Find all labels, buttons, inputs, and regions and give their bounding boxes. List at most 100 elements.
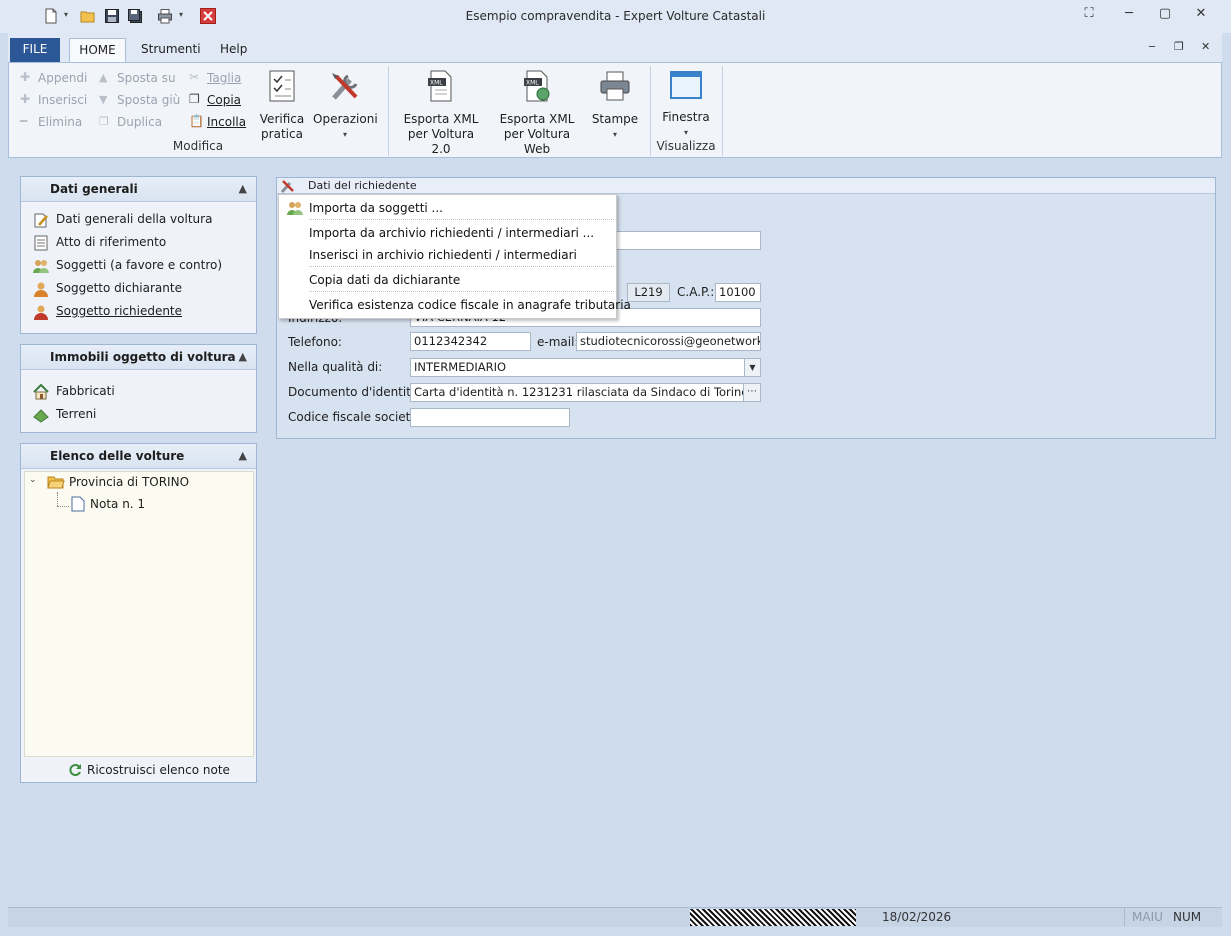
ribbon-restore-button[interactable]: ❐ — [1174, 40, 1184, 53]
cap-field[interactable]: 10100 — [715, 283, 761, 302]
ribbon-group-separator — [722, 66, 723, 156]
menu-copia-dichiarante[interactable]: Copia dati da dichiarante — [309, 270, 460, 290]
save-all-icon[interactable] — [127, 8, 143, 24]
panel-title: Dati generali — [50, 182, 138, 196]
ricostruisci-button[interactable]: Ricostruisci elenco note — [67, 761, 230, 779]
tab-file[interactable]: FILE — [10, 38, 60, 63]
finestra-label: Finestra — [662, 110, 710, 124]
panel-title: Immobili oggetto di voltura — [50, 350, 236, 364]
chevron-up-icon[interactable]: ▲ — [239, 345, 247, 369]
nav-label: Terreni — [56, 407, 97, 421]
xml20-label-2: per Voltura 2.0 — [407, 127, 475, 156]
nav-soggetto-richiedente[interactable]: Soggetto richiedente — [21, 300, 256, 323]
nav-label: Atto di riferimento — [56, 235, 167, 249]
insert-icon: ✚ — [20, 92, 31, 106]
chevron-up-icon[interactable]: ▲ — [239, 444, 247, 468]
tab-help[interactable]: Help — [210, 38, 257, 63]
window-icon — [670, 71, 702, 99]
new-document-icon[interactable] — [43, 8, 59, 24]
xmlweb-label-2: per Voltura Web — [503, 127, 571, 156]
screen-capture-icon[interactable]: ⛶ — [1078, 6, 1100, 26]
group-title: Dati del richiedente — [308, 179, 417, 192]
open-folder-icon[interactable] — [80, 8, 96, 24]
maximize-window-button[interactable]: ▢ — [1154, 6, 1176, 26]
menu-importa-archivio[interactable]: Importa da archivio richiedenti / interm… — [309, 223, 594, 243]
esporta-xml-voltura-web-button[interactable]: XML Esporta XML per Voltura Web — [492, 70, 582, 157]
nome-field[interactable] — [616, 231, 761, 250]
sposta-su-button[interactable]: ▲ Sposta su — [99, 67, 181, 89]
nav-label: Dati generali della voltura — [56, 212, 213, 226]
email-field[interactable]: studiotecnicorossi@geonetwork.it — [576, 332, 761, 351]
panel-header-elenco[interactable]: Elenco delle volture ▲ — [21, 444, 256, 469]
chevron-up-icon[interactable]: ▲ — [239, 177, 247, 201]
menu-verifica-codice-fiscale[interactable]: Verifica esistenza codice fiscale in ana… — [309, 295, 631, 315]
incolla-button[interactable]: 📋 Incolla — [189, 111, 251, 133]
scissors-icon: ✂ — [189, 70, 200, 84]
print-icon[interactable] — [157, 8, 173, 24]
close-document-icon[interactable] — [200, 8, 216, 24]
nav-atto-riferimento[interactable]: Atto di riferimento — [21, 231, 256, 254]
menu-separator — [309, 266, 614, 267]
appendi-label: Appendi — [38, 71, 88, 85]
ribbon-group-separator — [388, 66, 389, 156]
tree-collapse-icon[interactable]: ⌄ — [29, 475, 37, 485]
minimize-window-button[interactable]: ─ — [1118, 6, 1140, 26]
close-window-button[interactable]: ✕ — [1190, 6, 1212, 26]
nav-dati-generali-voltura[interactable]: Dati generali della voltura — [21, 208, 256, 231]
group-label-modifica: Modifica — [172, 139, 224, 153]
esporta-xml-voltura20-button[interactable]: XML Esporta XML per Voltura 2.0 — [398, 70, 484, 157]
documento-field[interactable]: Carta d'identità n. 1231231 rilasciata d… — [410, 383, 744, 402]
qualita-dropdown-icon[interactable]: ▼ — [744, 359, 760, 376]
user-request-icon — [34, 305, 48, 320]
menu-inserisci-archivio[interactable]: Inserisci in archivio richiedenti / inte… — [309, 245, 577, 265]
taglia-button[interactable]: ✂ Taglia — [189, 67, 251, 89]
finestra-button[interactable]: Finestra ▾ — [660, 70, 712, 140]
menu-separator — [309, 219, 614, 220]
tree-node-provincia[interactable]: Provincia di TORINO — [69, 474, 189, 490]
operazioni-button[interactable]: Operazioni ▾ — [313, 70, 378, 142]
documento-browse-button[interactable]: ⋯ — [743, 383, 761, 402]
ribbon-close-button[interactable]: ✕ — [1201, 40, 1210, 53]
ribbon-minimize-button[interactable]: ─ — [1149, 42, 1155, 53]
inserisci-button[interactable]: ✚ Inserisci — [20, 89, 90, 111]
svg-text:XML: XML — [430, 80, 443, 87]
status-caps-lock: MAIU — [1132, 910, 1163, 924]
nav-soggetto-dichiarante[interactable]: Soggetto dichiarante — [21, 277, 256, 300]
stampe-button[interactable]: Stampe ▾ — [590, 70, 640, 142]
sposta-giu-button[interactable]: ▼ Sposta giù — [99, 89, 181, 111]
menu-importa-soggetti[interactable]: Importa da soggetti ... — [309, 198, 443, 218]
panel-header-immobili[interactable]: Immobili oggetto di voltura ▲ — [21, 345, 256, 370]
incolla-label: Incolla — [207, 115, 247, 129]
qualita-select[interactable]: INTERMEDIARIO — [410, 358, 761, 377]
group-users-icon — [287, 202, 303, 215]
nav-terreni[interactable]: Terreni — [21, 403, 256, 426]
house-icon — [33, 384, 49, 400]
duplica-button[interactable]: ❐ Duplica — [99, 111, 181, 133]
nav-soggetti[interactable]: Soggetti (a favore e contro) — [21, 254, 256, 277]
cf-societa-label: Codice fiscale società: — [288, 410, 422, 424]
tools-small-icon[interactable] — [279, 178, 295, 194]
tab-home[interactable]: HOME — [69, 38, 126, 65]
ribbon-group-separator — [650, 66, 651, 156]
nav-label: Soggetto dichiarante — [56, 281, 182, 295]
nav-label: Soggetto richiedente — [56, 304, 183, 318]
land-icon — [33, 409, 49, 423]
nav-fabbricati[interactable]: Fabbricati — [21, 380, 256, 403]
print-dropdown-icon[interactable]: ▾ — [179, 10, 183, 19]
paste-icon: 📋 — [189, 114, 204, 128]
verifica-pratica-button[interactable]: Verifica pratica — [256, 70, 308, 142]
new-dropdown-icon[interactable]: ▾ — [64, 10, 68, 19]
cf-societa-field[interactable] — [410, 408, 570, 427]
tree-line — [57, 492, 58, 506]
stampe-label: Stampe — [591, 112, 639, 126]
tab-strumenti[interactable]: Strumenti — [131, 38, 211, 63]
tree-node-nota[interactable]: Nota n. 1 — [90, 496, 145, 512]
panel-header-dati-generali[interactable]: Dati generali ▲ — [21, 177, 256, 202]
ribbon-column-edit: ✚ Appendi ✚ Inserisci ━ Elimina — [20, 67, 90, 133]
copia-button[interactable]: ❐ Copia — [189, 89, 251, 111]
appendi-button[interactable]: ✚ Appendi — [20, 67, 90, 89]
telefono-field[interactable]: 0112342342 — [410, 332, 531, 351]
edit-document-icon — [34, 213, 48, 228]
save-icon[interactable] — [104, 8, 120, 24]
elimina-button[interactable]: ━ Elimina — [20, 111, 90, 133]
